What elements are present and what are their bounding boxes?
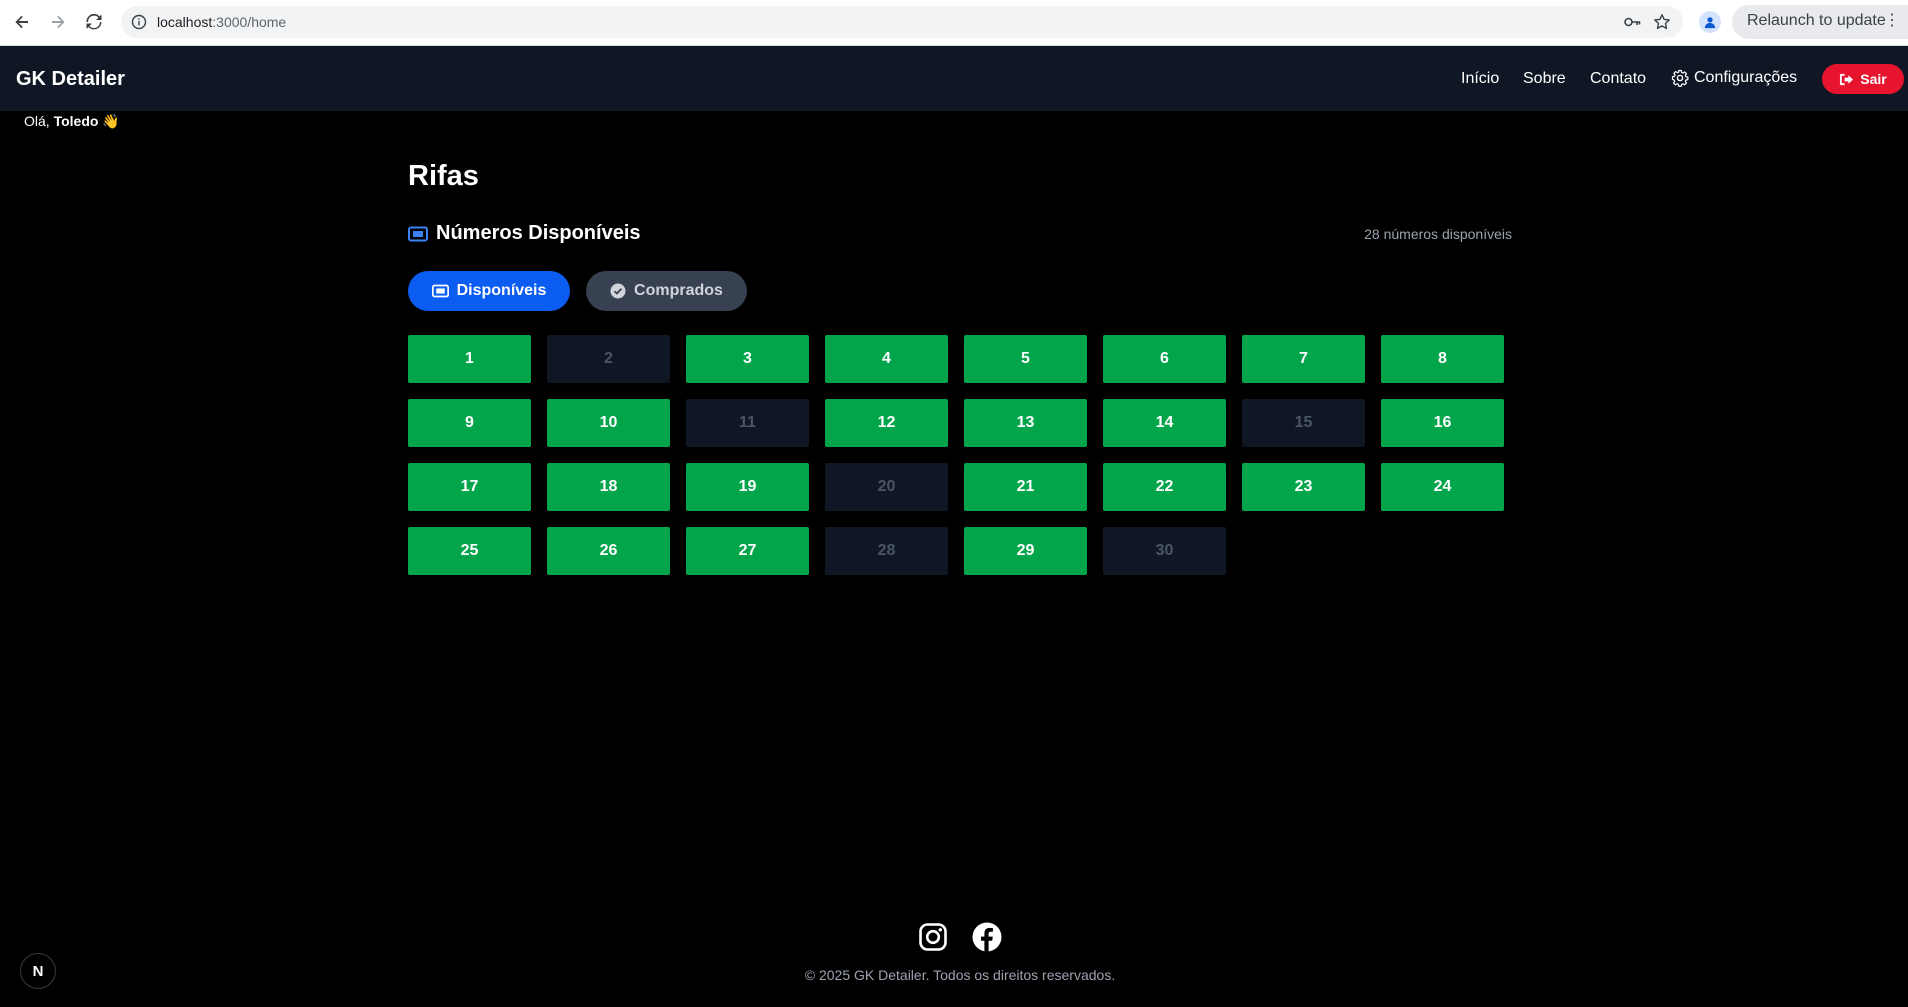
page-title: Rifas bbox=[408, 160, 479, 192]
raffle-number-available[interactable]: 23 bbox=[1242, 463, 1365, 511]
back-icon[interactable] bbox=[10, 10, 34, 34]
greeting-prefix: Olá, bbox=[24, 113, 50, 129]
relaunch-button[interactable]: Relaunch to update ⋮ bbox=[1732, 5, 1908, 39]
raffle-number-available[interactable]: 7 bbox=[1242, 335, 1365, 383]
raffle-number-available[interactable]: 22 bbox=[1103, 463, 1226, 511]
raffle-number-available[interactable]: 5 bbox=[964, 335, 1087, 383]
gear-icon bbox=[1671, 69, 1689, 87]
tab-comprados-label: Comprados bbox=[634, 282, 723, 299]
raffle-number-available[interactable]: 16 bbox=[1381, 399, 1504, 447]
settings-label: Configurações bbox=[1694, 69, 1798, 86]
raffle-number-available[interactable]: 10 bbox=[547, 399, 670, 447]
site-info-icon[interactable] bbox=[131, 14, 147, 30]
raffle-number-available[interactable]: 14 bbox=[1103, 399, 1226, 447]
raffle-number-available[interactable]: 26 bbox=[547, 527, 670, 575]
section-title: Números Disponíveis bbox=[408, 222, 641, 245]
raffle-number-available[interactable]: 3 bbox=[686, 335, 809, 383]
copyright-text: © 2025 GK Detailer. Todos os direitos re… bbox=[804, 967, 1116, 983]
raffle-number-available[interactable]: 25 bbox=[408, 527, 531, 575]
nav-contato[interactable]: Contato bbox=[1590, 70, 1646, 88]
ticket-icon bbox=[431, 284, 449, 298]
logout-icon bbox=[1840, 73, 1854, 85]
raffle-number-grid: 1 2 3 4 5 6 7 8 9 10 11 12 13 14 15 16 17 18 19 20 21 22 23 24 2… bbox=[408, 335, 1504, 575]
instagram-icon[interactable] bbox=[918, 922, 948, 952]
raffle-number-available[interactable]: 9 bbox=[408, 399, 531, 447]
bookmark-star-icon[interactable] bbox=[1653, 13, 1671, 31]
raffle-number-sold: 30 bbox=[1103, 527, 1226, 575]
profile-avatar-icon[interactable] bbox=[1699, 11, 1721, 33]
nav-inicio[interactable]: Início bbox=[1461, 70, 1499, 88]
url-text: localhost:3000/home bbox=[157, 14, 287, 30]
facebook-icon[interactable] bbox=[972, 922, 1002, 952]
address-bar[interactable]: localhost:3000/home bbox=[121, 6, 1683, 38]
greeting-username: Toledo bbox=[53, 113, 99, 129]
reload-icon[interactable] bbox=[82, 10, 106, 34]
raffle-number-available[interactable]: 1 bbox=[408, 335, 531, 383]
section-title-text: Números Disponíveis bbox=[436, 222, 641, 244]
forward-icon[interactable] bbox=[46, 10, 70, 34]
available-count: 28 números disponíveis bbox=[1364, 226, 1512, 242]
nav-configuracoes[interactable]: Configurações bbox=[1671, 69, 1797, 87]
raffle-number-available[interactable]: 17 bbox=[408, 463, 531, 511]
raffle-number-available[interactable]: 24 bbox=[1381, 463, 1504, 511]
raffle-number-available[interactable]: 29 bbox=[964, 527, 1087, 575]
raffle-number-sold: 15 bbox=[1242, 399, 1365, 447]
logout-label: Sair bbox=[1860, 71, 1887, 87]
raffle-number-available[interactable]: 21 bbox=[964, 463, 1087, 511]
tab-comprados[interactable]: Comprados bbox=[586, 271, 747, 311]
relaunch-label: Relaunch to update bbox=[1747, 12, 1886, 29]
greeting: Olá, Toledo 👋 bbox=[24, 113, 120, 130]
password-key-icon[interactable] bbox=[1623, 13, 1641, 31]
nav-sobre[interactable]: Sobre bbox=[1523, 70, 1566, 88]
raffle-number-available[interactable]: 8 bbox=[1381, 335, 1504, 383]
wave-emoji: 👋 bbox=[102, 113, 120, 129]
browser-toolbar: localhost:3000/home Relaunch to update ⋮ bbox=[0, 0, 1908, 46]
check-circle-icon bbox=[610, 283, 626, 299]
app-header: GK Detailer Início Sobre Contato Configu… bbox=[0, 46, 1908, 111]
nextjs-dev-badge[interactable]: N bbox=[20, 953, 56, 989]
raffle-number-available[interactable]: 27 bbox=[686, 527, 809, 575]
brand-logo-text[interactable]: GK Detailer bbox=[16, 68, 125, 91]
raffle-number-available[interactable]: 13 bbox=[964, 399, 1087, 447]
raffle-number-available[interactable]: 6 bbox=[1103, 335, 1226, 383]
more-vert-icon[interactable]: ⋮ bbox=[1884, 13, 1900, 29]
tab-disponiveis[interactable]: Disponíveis bbox=[408, 271, 570, 311]
social-links bbox=[918, 922, 1002, 952]
raffle-number-sold: 28 bbox=[825, 527, 948, 575]
ticket-icon bbox=[408, 226, 428, 241]
raffle-number-sold: 20 bbox=[825, 463, 948, 511]
raffle-number-available[interactable]: 4 bbox=[825, 335, 948, 383]
logout-button[interactable]: Sair bbox=[1822, 64, 1904, 94]
raffle-number-available[interactable]: 18 bbox=[547, 463, 670, 511]
raffle-number-sold: 11 bbox=[686, 399, 809, 447]
raffle-number-available[interactable]: 19 bbox=[686, 463, 809, 511]
tab-disponiveis-label: Disponíveis bbox=[456, 282, 547, 299]
raffle-number-available[interactable]: 12 bbox=[825, 399, 948, 447]
raffle-number-sold: 2 bbox=[547, 335, 670, 383]
